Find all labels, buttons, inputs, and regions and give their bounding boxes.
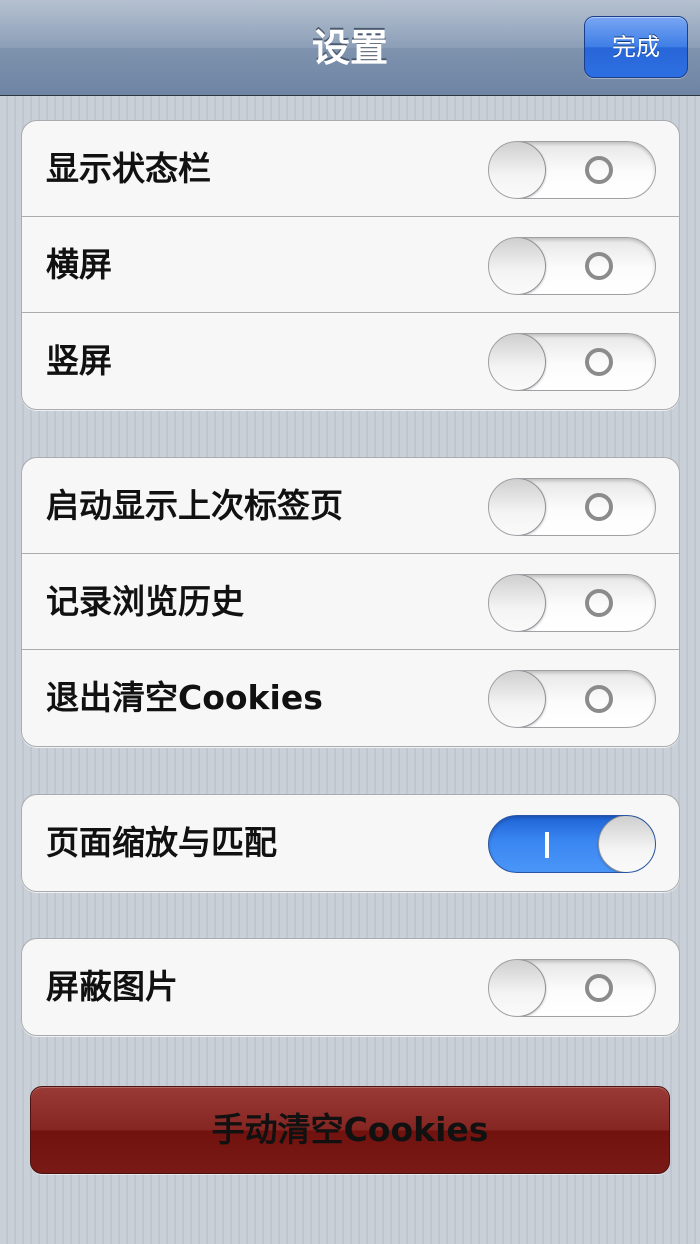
portrait-toggle[interactable] [488, 333, 656, 391]
settings-group-browsing: 启动显示上次标签页 记录浏览历史 退出清空Cookies [21, 457, 680, 747]
toggle-knob [489, 238, 546, 294]
done-button[interactable]: 完成 [584, 16, 688, 78]
setting-row-portrait: 竖屏 [22, 313, 679, 409]
off-indicator-icon [585, 974, 613, 1002]
settings-group-images: 屏蔽图片 [21, 938, 680, 1036]
toggle-knob [489, 575, 546, 631]
clear-cookies-button[interactable]: 手动清空Cookies [30, 1086, 670, 1174]
off-indicator-icon [585, 156, 613, 184]
navigation-bar: 设置 完成 [0, 0, 700, 96]
off-indicator-icon [585, 493, 613, 521]
toggle-knob [489, 334, 546, 390]
setting-row-block-images: 屏蔽图片 [22, 939, 679, 1035]
toggle-knob [489, 671, 546, 727]
show-status-bar-toggle[interactable] [488, 141, 656, 199]
setting-label: 竖屏 [46, 341, 112, 380]
setting-row-clear-cookies-on-exit: 退出清空Cookies [22, 650, 679, 746]
record-history-toggle[interactable] [488, 574, 656, 632]
setting-row-landscape: 横屏 [22, 217, 679, 313]
setting-row-page-zoom-fit: 页面缩放与匹配 [22, 795, 679, 891]
toggle-knob [598, 816, 655, 872]
setting-label: 页面缩放与匹配 [46, 823, 277, 862]
toggle-knob [489, 142, 546, 198]
setting-row-show-status-bar: 显示状态栏 [22, 121, 679, 217]
block-images-toggle[interactable] [488, 959, 656, 1017]
toggle-knob [489, 479, 546, 535]
setting-label: 退出清空Cookies [46, 678, 323, 717]
off-indicator-icon [585, 589, 613, 617]
off-indicator-icon [585, 348, 613, 376]
setting-label: 屏蔽图片 [46, 967, 178, 1006]
setting-label: 显示状态栏 [46, 149, 211, 188]
setting-row-record-history: 记录浏览历史 [22, 554, 679, 650]
clear-cookies-on-exit-toggle[interactable] [488, 670, 656, 728]
settings-group-zoom: 页面缩放与匹配 [21, 794, 680, 892]
settings-group-display: 显示状态栏 横屏 竖屏 [21, 120, 680, 410]
setting-row-restore-tabs: 启动显示上次标签页 [22, 458, 679, 554]
page-zoom-fit-toggle[interactable] [488, 815, 656, 873]
restore-tabs-toggle[interactable] [488, 478, 656, 536]
on-indicator-icon [545, 832, 549, 858]
landscape-toggle[interactable] [488, 237, 656, 295]
setting-label: 记录浏览历史 [46, 582, 244, 621]
off-indicator-icon [585, 685, 613, 713]
toggle-knob [489, 960, 546, 1016]
setting-label: 启动显示上次标签页 [46, 486, 343, 525]
off-indicator-icon [585, 252, 613, 280]
setting-label: 横屏 [46, 245, 112, 284]
